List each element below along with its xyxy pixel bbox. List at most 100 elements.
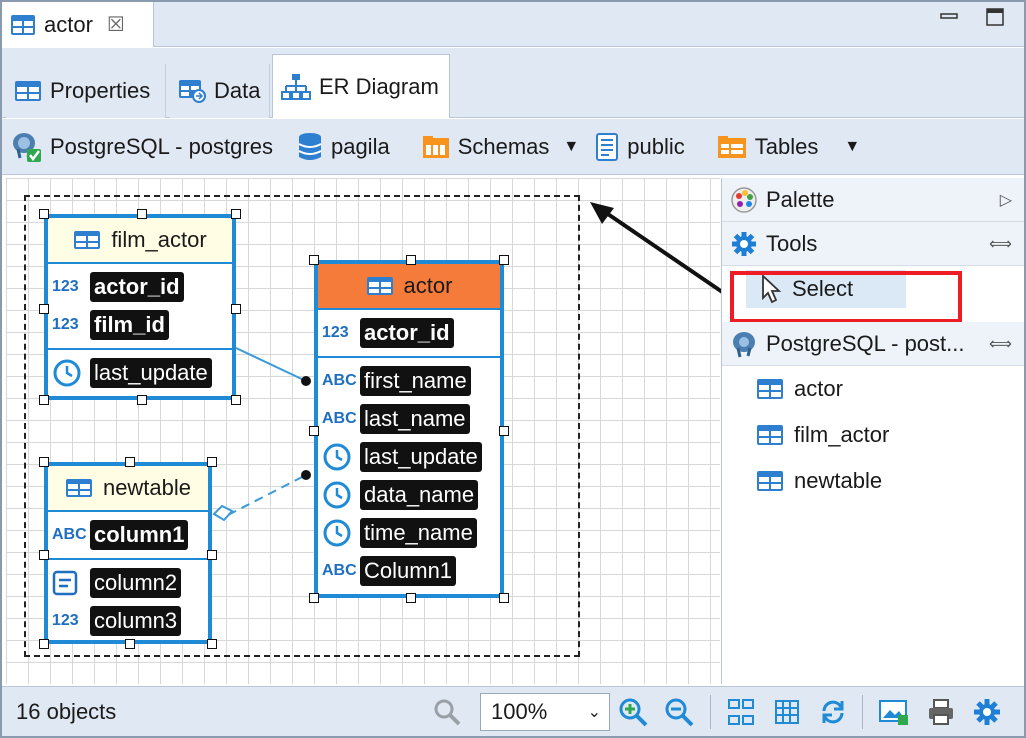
resize-handle[interactable] xyxy=(39,639,49,649)
relation-newtable-actor xyxy=(227,474,307,516)
tables-selector[interactable]: Tables ▼ xyxy=(695,134,870,160)
highlight-box xyxy=(730,271,962,323)
resize-handle[interactable] xyxy=(39,550,49,560)
tab-data[interactable]: Data xyxy=(170,64,270,118)
resize-handle[interactable] xyxy=(499,426,509,436)
palette-table-actor[interactable]: actor xyxy=(722,366,1024,412)
resize-handle[interactable] xyxy=(231,395,241,405)
tab-properties-label: Properties xyxy=(50,78,151,103)
zoom-in-icon[interactable] xyxy=(618,697,648,727)
palette-table-newtable[interactable]: newtable xyxy=(722,458,1024,504)
clock-icon xyxy=(322,518,356,548)
resize-handle[interactable] xyxy=(309,255,319,265)
palette-table-label: film_actor xyxy=(794,422,890,447)
resize-handle[interactable] xyxy=(309,593,319,603)
chevron-down-icon[interactable]: ▼ xyxy=(844,138,860,156)
maximize-icon[interactable] xyxy=(984,6,1006,28)
resize-handle[interactable] xyxy=(406,255,416,265)
column-row[interactable]: column2 xyxy=(48,564,208,602)
tab-er-diagram[interactable]: ER Diagram xyxy=(272,54,450,118)
palette-header[interactable]: Palette ▷ xyxy=(722,178,1024,222)
schema-selector[interactable]: public xyxy=(589,132,694,162)
schema-label: public xyxy=(627,133,685,159)
resize-handle[interactable] xyxy=(39,304,49,314)
column-name: column3 xyxy=(90,606,182,636)
entity-header: actor xyxy=(318,264,500,310)
search-icon[interactable] xyxy=(432,697,462,727)
entity-actor[interactable]: actor 123 actor_id ABC first_name ABC last_… xyxy=(309,255,509,603)
column-name: column1 xyxy=(90,520,189,550)
column-row[interactable]: last_update xyxy=(48,354,232,392)
db-section-header[interactable]: PostgreSQL - post... ⟺ xyxy=(722,322,1024,366)
entity-title: film_actor xyxy=(111,227,207,252)
collapse-tools-icon[interactable]: ⟺ xyxy=(989,234,1012,254)
number-type-icon: 123 xyxy=(52,612,79,629)
resize-handle[interactable] xyxy=(137,395,147,405)
tools-header[interactable]: Tools ⟺ xyxy=(722,222,1024,266)
entity-header: film_actor xyxy=(48,218,232,264)
resize-handle[interactable] xyxy=(499,255,509,265)
column-row[interactable]: ABC Column1 xyxy=(318,552,500,590)
grid-icon[interactable] xyxy=(772,697,802,727)
collapse-db-icon[interactable]: ⟺ xyxy=(989,334,1012,354)
title-bar: actor ☒ xyxy=(2,2,1024,47)
editor-window: actor ☒ Properties Data ER Diagram Postg… xyxy=(0,0,1026,738)
print-icon[interactable] xyxy=(926,697,956,727)
refresh-icon[interactable] xyxy=(818,697,848,727)
column-row[interactable]: ABC first_name xyxy=(318,362,500,400)
entity-newtable[interactable]: newtable ABC column1 column2 123 column3 xyxy=(39,457,217,649)
schemas-label: Schemas xyxy=(457,133,550,159)
column-row[interactable]: ABC column1 xyxy=(48,516,208,554)
minimize-icon[interactable] xyxy=(938,6,960,28)
resize-handle[interactable] xyxy=(231,209,241,219)
resize-handle[interactable] xyxy=(207,639,217,649)
layout-icon[interactable] xyxy=(726,697,756,727)
column-row[interactable]: 123 column3 xyxy=(48,602,208,640)
gear-icon xyxy=(730,230,758,258)
resize-handle[interactable] xyxy=(406,593,416,603)
resize-handle[interactable] xyxy=(207,457,217,467)
doc-tab-actor[interactable]: actor ☒ xyxy=(2,2,154,47)
entity-title: actor xyxy=(403,273,453,298)
resize-handle[interactable] xyxy=(137,209,147,219)
clock-icon xyxy=(52,358,86,388)
tab-properties[interactable]: Properties xyxy=(6,64,166,118)
column-row[interactable]: 123 actor_id xyxy=(48,268,232,306)
database-selector[interactable]: pagila xyxy=(283,132,400,162)
column-row[interactable]: ABC last_name xyxy=(318,400,500,438)
close-icon[interactable]: ☒ xyxy=(107,12,125,37)
palette-table-label: actor xyxy=(794,376,843,401)
resize-handle[interactable] xyxy=(309,426,319,436)
chevron-down-icon[interactable]: ▼ xyxy=(563,138,579,156)
zoom-out-icon[interactable] xyxy=(664,697,694,727)
zoom-select[interactable]: 100% ⌄ xyxy=(480,693,610,731)
collapse-palette-icon[interactable]: ▷ xyxy=(1000,190,1012,210)
column-row[interactable]: 123 actor_id xyxy=(318,314,500,352)
column-row[interactable]: 123 film_id xyxy=(48,306,232,344)
schemas-selector[interactable]: Schemas ▼ xyxy=(400,134,590,160)
column-row[interactable]: time_name xyxy=(318,514,500,552)
column-row[interactable]: last_update xyxy=(318,438,500,476)
resize-handle[interactable] xyxy=(499,593,509,603)
resize-handle[interactable] xyxy=(231,304,241,314)
schema-icon xyxy=(595,132,619,162)
number-type-icon: 123 xyxy=(322,324,349,341)
document-type-icon xyxy=(52,570,86,596)
palette-table-film-actor[interactable]: film_actor xyxy=(722,412,1024,458)
tools-label: Tools xyxy=(766,230,818,256)
tables-label: Tables xyxy=(754,133,819,159)
column-name: last_name xyxy=(360,404,470,434)
column-row[interactable]: data_name xyxy=(318,476,500,514)
entity-film-actor[interactable]: film_actor 123 actor_id 123 film_id last_u… xyxy=(39,209,241,405)
resize-handle[interactable] xyxy=(207,550,217,560)
resize-handle[interactable] xyxy=(125,639,135,649)
table-icon xyxy=(756,470,784,492)
resize-handle[interactable] xyxy=(39,457,49,467)
resize-handle[interactable] xyxy=(125,457,135,467)
settings-gear-icon[interactable] xyxy=(972,697,1002,727)
er-canvas[interactable]: film_actor 123 actor_id 123 film_id last_u… xyxy=(6,178,720,684)
resize-handle[interactable] xyxy=(39,395,49,405)
connection-selector[interactable]: PostgreSQL - postgres xyxy=(2,131,283,163)
export-image-icon[interactable] xyxy=(878,697,908,727)
resize-handle[interactable] xyxy=(39,209,49,219)
